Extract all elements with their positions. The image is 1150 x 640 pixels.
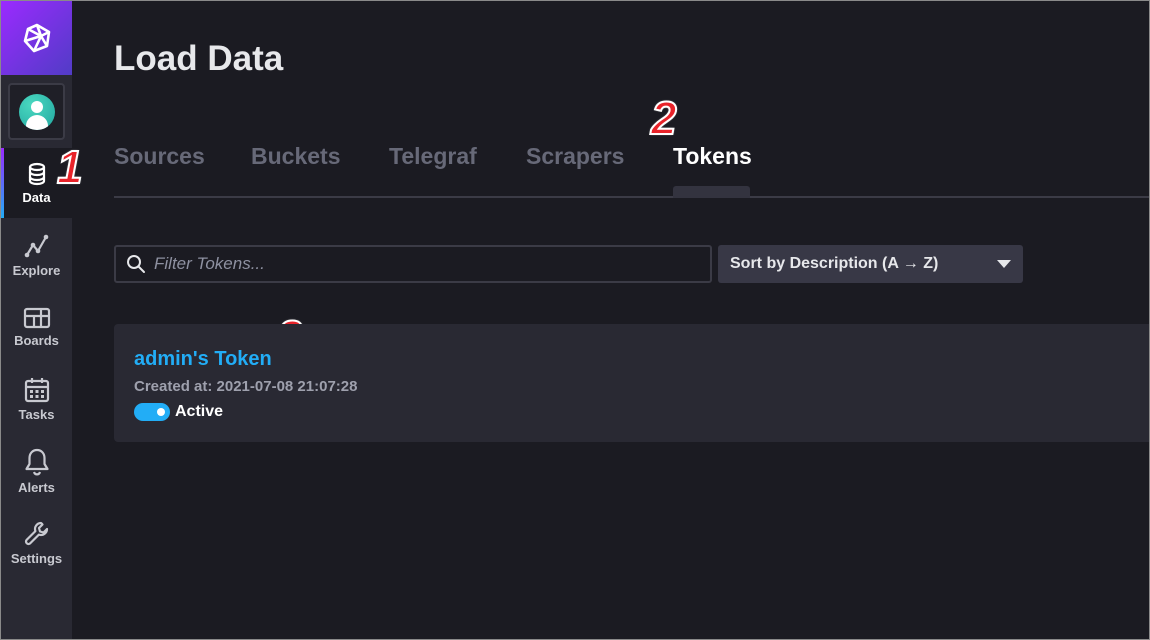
toggle-knob xyxy=(157,408,165,416)
filter-tokens-field[interactable] xyxy=(114,245,712,283)
tab-buckets[interactable]: Buckets xyxy=(251,143,340,170)
tab-sources[interactable]: Sources xyxy=(114,143,205,170)
sidebar-item-label: Settings xyxy=(10,550,63,566)
bell-icon xyxy=(24,448,49,475)
sidebar-item-boards[interactable]: Boards xyxy=(1,292,72,362)
sidebar-item-label: Explore xyxy=(12,262,61,278)
sidebar-item-settings[interactable]: Settings xyxy=(1,508,72,578)
sidebar-item-label: Tasks xyxy=(18,406,55,422)
annotation-2: 2 xyxy=(650,92,678,144)
sidebar-item-label: Alerts xyxy=(18,479,55,495)
sort-dropdown-label: Sort by Description (A → Z) xyxy=(730,255,939,272)
sidebar-item-label: Data xyxy=(22,189,51,205)
app-frame: Data Explore Boards Tasks Alerts Setting… xyxy=(0,0,1150,640)
tab-bar: Sources Buckets Telegraf Scrapers Tokens xyxy=(114,139,1149,198)
avatar xyxy=(18,93,55,130)
sidebar-item-explore[interactable]: Explore xyxy=(1,220,72,290)
dashboard-grid-icon xyxy=(23,307,50,328)
token-status-label: Active xyxy=(175,403,224,420)
graph-line-icon xyxy=(24,234,48,257)
search-icon xyxy=(127,255,145,273)
token-status-toggle[interactable] xyxy=(134,403,170,421)
token-created-at: Created at: 2021-07-08 21:07:28 xyxy=(134,378,358,395)
sidebar-item-alerts[interactable]: Alerts xyxy=(1,436,72,506)
influxdb-logo[interactable] xyxy=(1,1,72,75)
tab-telegraf[interactable]: Telegraf xyxy=(389,143,477,170)
tab-tokens[interactable]: Tokens xyxy=(673,143,752,170)
tab-scrapers[interactable]: Scrapers xyxy=(526,143,624,170)
active-tab-indicator xyxy=(673,186,750,198)
influxdb-cubo-icon xyxy=(23,23,50,53)
caret-down-icon xyxy=(997,260,1011,268)
page-title: Load Data xyxy=(114,39,284,78)
sidebar-item-tasks[interactable]: Tasks xyxy=(1,364,72,434)
token-name-link[interactable]: admin's Token xyxy=(134,348,272,371)
filter-tokens-input[interactable] xyxy=(154,254,694,274)
user-avatar-button[interactable] xyxy=(8,83,65,140)
annotation-1: 1 xyxy=(56,141,84,193)
sidebar: Data Explore Boards Tasks Alerts Setting… xyxy=(1,1,72,639)
sort-dropdown[interactable]: Sort by Description (A → Z) xyxy=(718,245,1023,283)
sidebar-item-label: Boards xyxy=(14,332,59,348)
database-icon xyxy=(28,162,45,185)
wrench-icon xyxy=(24,521,48,545)
calendar-icon xyxy=(24,377,49,402)
token-card: admin's Token Created at: 2021-07-08 21:… xyxy=(114,324,1149,442)
